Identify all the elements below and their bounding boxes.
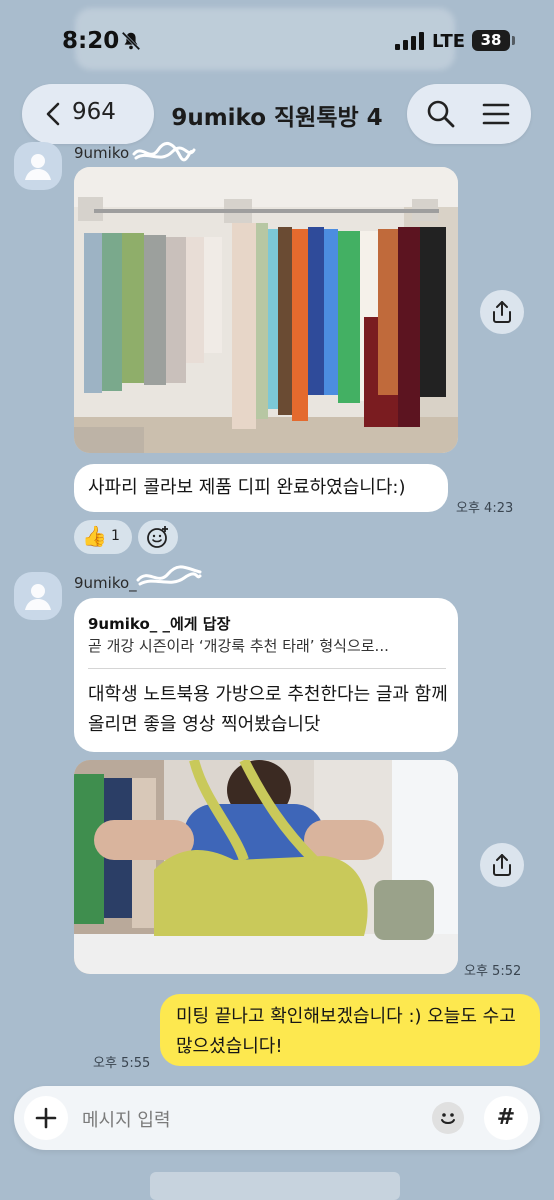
header-actions (407, 84, 531, 144)
message-text: 대학생 노트북용 가방으로 추천한다는 글과 함께 올리면 좋을 영상 찍어봤습… (88, 684, 448, 735)
reaction-thumbs-up[interactable]: 👍 1 (74, 520, 132, 554)
hashtag-button[interactable]: # (484, 1096, 528, 1140)
share-button[interactable] (480, 843, 524, 887)
redaction-scribble (132, 141, 196, 162)
reply-quote-text: 곧 개강 시즌이라 ‘개강룩 추천 타래’ 형식으로... (88, 637, 389, 655)
chat-room-title: 9umiko 직원톡방 4 (171, 105, 383, 131)
battery-icon: 38 (472, 30, 510, 51)
video-thumbnail-bag[interactable] (74, 760, 458, 974)
search-icon[interactable] (425, 98, 457, 130)
cellular-signal-icon (395, 32, 425, 50)
message-time: 오후 4:23 (456, 501, 514, 516)
add-reaction-icon (147, 526, 168, 548)
share-icon (493, 301, 511, 323)
message-input[interactable]: 메시지 입력 (82, 1106, 171, 1132)
reply-message-bubble[interactable]: 9umiko_ _에게 답장 곧 개강 시즌이라 ‘개강룩 추천 타래’ 형식으… (74, 598, 458, 752)
photo-clothes-rack[interactable] (74, 167, 458, 453)
redaction-scribble (136, 565, 202, 586)
bell-muted-icon (120, 30, 142, 52)
sender-name: 9umiko (74, 144, 130, 162)
reaction-count: 1 (111, 528, 120, 544)
status-bar: 8:20 LTE 38 (0, 0, 554, 84)
message-bubble[interactable]: 사파리 콜라보 제품 디피 완료하였습니다:) (74, 464, 448, 512)
menu-icon[interactable] (481, 99, 511, 129)
back-button[interactable]: 964 (22, 84, 154, 144)
chevron-left-icon (40, 100, 68, 128)
battery-level: 38 (480, 31, 502, 49)
faded-next-content (0, 1150, 554, 1200)
status-time: 8:20 (62, 28, 120, 54)
message-input-bar: 메시지 입력 # (14, 1086, 540, 1150)
message-text: 사파리 콜라보 제품 디피 완료하였습니다:) (88, 477, 406, 498)
emoji-icon (441, 1113, 455, 1124)
emoji-button[interactable] (432, 1102, 464, 1134)
reply-divider (88, 668, 446, 669)
avatar[interactable] (14, 142, 62, 190)
battery-cap (512, 36, 515, 45)
my-message-bubble[interactable]: 미팅 끝나고 확인해보겠습니다 :) 오늘도 수고 많으셨습니다! (160, 994, 540, 1066)
message-time: 오후 5:52 (464, 964, 522, 979)
network-type: LTE (432, 31, 466, 52)
unread-count: 964 (72, 99, 116, 125)
avatar[interactable] (14, 572, 62, 620)
share-icon (493, 854, 511, 876)
share-button[interactable] (480, 290, 524, 334)
sender-name: 9umiko_ (74, 574, 137, 592)
plus-icon (35, 1107, 57, 1129)
hashtag-icon: # (496, 1105, 516, 1130)
message-text: 미팅 끝나고 확인해보겠습니다 :) 오늘도 수고 많으셨습니다! (176, 1006, 516, 1057)
thumbs-up-icon: 👍 (82, 524, 107, 548)
attach-button[interactable] (24, 1096, 68, 1140)
add-reaction-button[interactable] (138, 520, 178, 554)
message-time: 오후 5:55 (93, 1056, 151, 1071)
